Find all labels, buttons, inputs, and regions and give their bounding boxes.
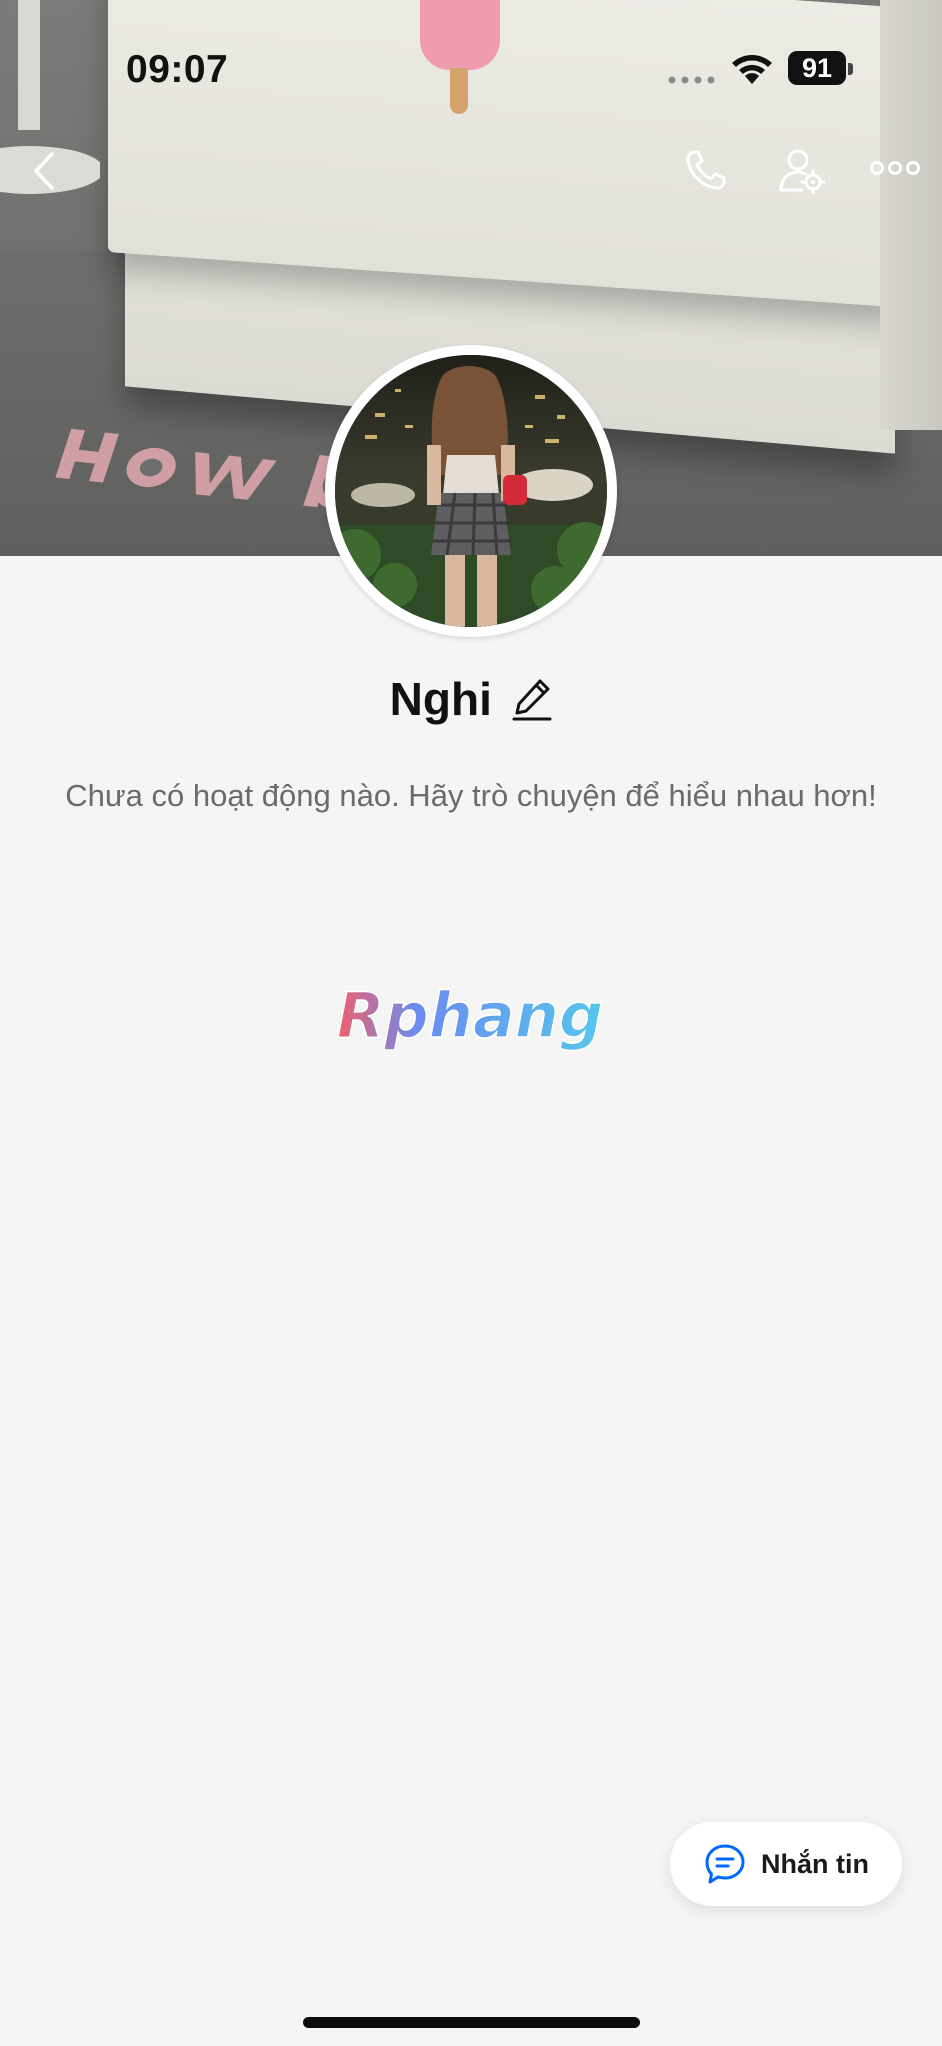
- profile-screen: 09:07 91 Nghi Chưa có hoạt động nào. Hãy…: [0, 0, 942, 2046]
- wifi-icon: [732, 55, 772, 84]
- cover-box-side: [880, 0, 942, 430]
- cover-popsicle: [420, 0, 500, 70]
- profile-name: Nghi: [389, 673, 492, 725]
- avatar[interactable]: [325, 345, 617, 637]
- phone-icon[interactable]: [684, 148, 728, 192]
- empty-activity-message: Chưa có hoạt động nào. Hãy trò chuyện để…: [65, 778, 877, 813]
- battery-nub: [848, 63, 853, 75]
- chevron-left-icon[interactable]: [30, 150, 60, 192]
- send-message-button[interactable]: Nhắn tin: [670, 1822, 902, 1906]
- watermark-logo: Rphang: [336, 978, 604, 1053]
- watermark-text: Rphang: [337, 979, 604, 1052]
- more-horizontal-icon[interactable]: [870, 160, 920, 176]
- cover-popsicle-stick: [450, 68, 468, 114]
- home-indicator[interactable]: [303, 2017, 640, 2028]
- pencil-icon[interactable]: [512, 677, 552, 721]
- avatar-photo: [335, 355, 607, 627]
- send-message-label: Nhắn tin: [761, 1848, 869, 1879]
- status-time: 09:07: [126, 48, 229, 91]
- cellular-signal-icon: [668, 76, 715, 84]
- chat-bubble-icon: [705, 1844, 745, 1884]
- avatar-photo-shape: [335, 355, 607, 627]
- profile-name-row: Nghi: [0, 672, 942, 726]
- battery-indicator: 91: [788, 51, 846, 85]
- user-gear-icon[interactable]: [778, 148, 826, 194]
